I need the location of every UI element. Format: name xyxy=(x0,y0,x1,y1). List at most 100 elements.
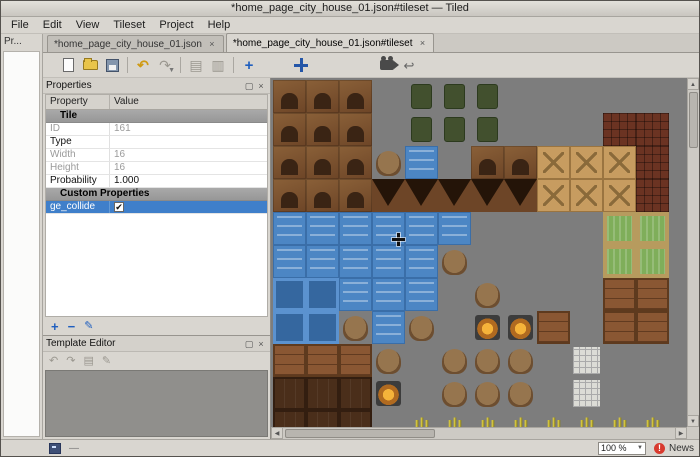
tile-rock-mound[interactable] xyxy=(438,245,471,278)
zoom-select[interactable]: 100 % ▼ xyxy=(597,441,646,455)
tile-furniture[interactable] xyxy=(339,344,372,377)
scroll-right-icon[interactable]: ▶ xyxy=(675,427,687,439)
tile-water[interactable] xyxy=(339,245,372,278)
console-toggle-icon[interactable] xyxy=(49,442,61,454)
ge_collide-checkbox[interactable]: ✔ xyxy=(114,202,124,212)
save-file-button[interactable] xyxy=(101,55,123,76)
new-file-button[interactable] xyxy=(57,55,79,76)
tile-military-vehicle[interactable] xyxy=(471,80,504,113)
tile-cave-wall[interactable] xyxy=(471,146,504,179)
property-row-Type[interactable]: Type xyxy=(46,136,267,149)
horizontal-scrollbar-thumb[interactable] xyxy=(285,429,435,438)
property-row-Width[interactable]: Width 16 xyxy=(46,149,267,162)
add-tiles-button[interactable]: + xyxy=(238,55,260,76)
property-row-Probability[interactable]: Probability 1.000 xyxy=(46,175,267,188)
tile-wood-floor[interactable] xyxy=(537,146,570,179)
template-editor-viewport[interactable] xyxy=(45,370,268,437)
property-value[interactable]: ✔ xyxy=(110,201,267,213)
tile-water[interactable] xyxy=(405,278,438,311)
tile-fire-light[interactable] xyxy=(504,311,537,344)
tileset-view[interactable]: ▲ ▼ ◀ ▶ xyxy=(271,78,699,439)
tile-cave-wall[interactable] xyxy=(273,179,306,212)
tile-furniture[interactable] xyxy=(603,311,636,344)
tile-wood-floor[interactable] xyxy=(603,146,636,179)
tile-water[interactable] xyxy=(372,278,405,311)
tile-furniture[interactable] xyxy=(273,344,306,377)
tile-moss-plate[interactable] xyxy=(636,212,669,245)
horizontal-scrollbar[interactable]: ◀ ▶ xyxy=(271,427,687,439)
titlebar[interactable]: *home_page_city_house_01.json#tileset — … xyxy=(1,1,699,17)
tile-water[interactable] xyxy=(405,245,438,278)
tile-water[interactable] xyxy=(438,212,471,245)
menu-project[interactable]: Project xyxy=(152,18,200,32)
tile-brick-building[interactable] xyxy=(636,179,669,212)
property-row-Height[interactable]: Height 16 xyxy=(46,162,267,175)
tile-rock-mound[interactable] xyxy=(405,311,438,344)
tile-cave-opening[interactable] xyxy=(471,179,504,212)
tile-water[interactable] xyxy=(405,212,438,245)
tile-furniture[interactable] xyxy=(636,311,669,344)
scroll-down-icon[interactable]: ▼ xyxy=(687,415,699,427)
tile-water[interactable] xyxy=(306,212,339,245)
tile-water[interactable] xyxy=(372,245,405,278)
tab-close-icon[interactable]: × xyxy=(207,39,217,49)
rearrange-tiles-button[interactable]: ↩ xyxy=(398,55,420,76)
tile-cave-wall[interactable] xyxy=(306,113,339,146)
tile-water[interactable] xyxy=(339,278,372,311)
news-button[interactable]: ! News xyxy=(653,442,694,454)
tile-rock-mound[interactable] xyxy=(372,146,405,179)
menu-file[interactable]: File xyxy=(4,18,36,32)
tile-cave-wall[interactable] xyxy=(339,113,372,146)
tab-map[interactable]: *home_page_city_house_01.json × xyxy=(47,35,224,52)
vertical-scrollbar[interactable]: ▲ ▼ xyxy=(687,78,699,427)
tile-cave-wall[interactable] xyxy=(306,179,339,212)
tile-cave-opening[interactable] xyxy=(504,179,537,212)
tile-furniture[interactable] xyxy=(537,311,570,344)
tile-moss-plate[interactable] xyxy=(636,245,669,278)
tile-animation-editor-button[interactable] xyxy=(376,55,399,76)
property-group-custom-properties[interactable]: Custom Properties xyxy=(46,188,267,201)
open-file-button[interactable] xyxy=(79,55,101,76)
tile-military-vehicle[interactable] xyxy=(438,80,471,113)
tile-wood-floor[interactable] xyxy=(570,146,603,179)
scroll-up-icon[interactable]: ▲ xyxy=(687,78,699,90)
tile-cave-opening[interactable] xyxy=(438,179,471,212)
property-row-ge_collide[interactable]: ge_collide ✔ xyxy=(46,201,267,214)
tile-rock-mound[interactable] xyxy=(471,344,504,377)
tab-close-icon[interactable]: × xyxy=(417,38,427,48)
tile-cave-wall[interactable] xyxy=(273,113,306,146)
undo-button[interactable]: ↶ xyxy=(132,55,154,76)
tile-furniture[interactable] xyxy=(636,278,669,311)
tile-military-vehicle[interactable] xyxy=(438,113,471,146)
scroll-left-icon[interactable]: ◀ xyxy=(271,427,283,439)
menu-view[interactable]: View xyxy=(69,18,107,32)
tile-cave-wall[interactable] xyxy=(339,179,372,212)
property-value[interactable] xyxy=(110,136,267,148)
tile-rock-mound[interactable] xyxy=(471,377,504,410)
tile-water[interactable] xyxy=(339,212,372,245)
property-value[interactable]: 161 xyxy=(110,123,267,135)
tile-military-vehicle[interactable] xyxy=(405,80,438,113)
edit-property-button[interactable]: ✎ xyxy=(84,320,93,332)
tile-lattice[interactable] xyxy=(570,344,603,377)
tile-dark-cabinet[interactable] xyxy=(306,377,339,410)
tile-cave-wall[interactable] xyxy=(306,146,339,179)
tile-moss-plate[interactable] xyxy=(603,245,636,278)
projects-dock-body[interactable] xyxy=(3,51,40,437)
tile-cave-wall[interactable] xyxy=(339,146,372,179)
menu-tileset[interactable]: Tileset xyxy=(106,18,152,32)
tile-cave-wall[interactable] xyxy=(273,146,306,179)
tile-cave-opening[interactable] xyxy=(372,179,405,212)
add-property-button[interactable]: + xyxy=(51,320,59,333)
tile-fire-light[interactable] xyxy=(372,377,405,410)
close-panel-icon[interactable]: × xyxy=(255,80,267,92)
tab-tileset[interactable]: *home_page_city_house_01.json#tileset × xyxy=(225,33,435,52)
property-value[interactable]: 1.000 xyxy=(110,175,267,187)
tile-cave-wall[interactable] xyxy=(306,80,339,113)
tile-cave-wall[interactable] xyxy=(339,80,372,113)
tile-water-pool[interactable] xyxy=(306,311,339,344)
tile-water-pool[interactable] xyxy=(273,278,306,311)
property-value[interactable]: 16 xyxy=(110,162,267,174)
tile-furniture[interactable] xyxy=(306,344,339,377)
property-group-tile[interactable]: Tile xyxy=(46,110,267,123)
